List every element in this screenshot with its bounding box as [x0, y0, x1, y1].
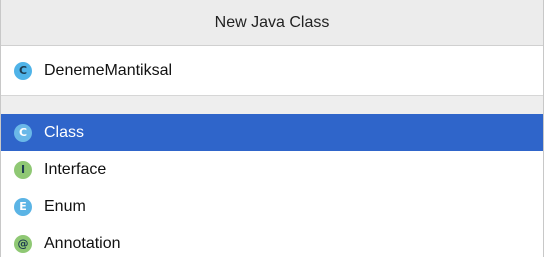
- kind-item-label: Annotation: [44, 234, 121, 252]
- kind-item-label: Enum: [44, 197, 86, 215]
- kind-item-label: Class: [44, 123, 85, 141]
- class-icon: C: [14, 61, 32, 80]
- kind-list: C Class I Interface E Enum @ Annotation: [1, 114, 543, 262]
- dialog-title-bar[interactable]: New Java Class: [1, 0, 543, 46]
- kind-item-class[interactable]: C Class: [1, 114, 543, 151]
- class-name-input-value[interactable]: DenemeMantiksal: [44, 62, 172, 80]
- class-icon: C: [14, 123, 32, 142]
- kind-item-interface[interactable]: I Interface: [1, 151, 543, 188]
- annotation-icon: @: [14, 234, 32, 253]
- interface-icon: I: [14, 160, 32, 179]
- dialog-title: New Java Class: [214, 13, 330, 31]
- enum-icon: E: [14, 197, 32, 216]
- kind-item-enum[interactable]: E Enum: [1, 188, 543, 225]
- new-java-class-dialog: New Java Class C DenemeMantiksal C Class…: [0, 0, 544, 257]
- separator: [1, 95, 543, 114]
- kind-item-annotation[interactable]: @ Annotation: [1, 225, 543, 262]
- class-name-field[interactable]: C DenemeMantiksal: [1, 46, 543, 95]
- kind-item-label: Interface: [44, 160, 107, 178]
